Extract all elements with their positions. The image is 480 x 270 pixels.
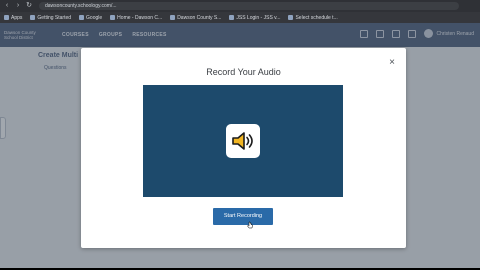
modal-title: Record Your Audio	[206, 67, 281, 77]
bookmark-label: Apps	[11, 14, 23, 21]
bookmark-label: Home - Dawson C...	[117, 14, 163, 21]
bookmark-dawson[interactable]: Dawson County S...	[170, 15, 221, 21]
reload-icon[interactable]: ↻	[25, 2, 33, 10]
bookmark-label: Getting Started	[37, 14, 72, 21]
bookmark-icon	[288, 15, 294, 20]
screen-frame: ‹ › ↻ dawsoncounty.schoology.com/... App…	[0, 0, 480, 270]
bookmark-apps[interactable]: Apps	[4, 15, 22, 21]
mouse-cursor	[247, 221, 253, 229]
bookmark-label: Google	[86, 14, 103, 21]
google-icon	[79, 15, 85, 20]
start-recording-button[interactable]: Start Recording	[213, 208, 273, 225]
bookmark-google[interactable]: Google	[79, 15, 102, 21]
browser-window: ‹ › ↻ dawsoncounty.schoology.com/... App…	[0, 0, 480, 268]
bookmark-label: Select schedule t...	[295, 14, 338, 21]
speaker-graphic	[232, 132, 253, 150]
bookmark-getting-started[interactable]: Getting Started	[30, 15, 71, 21]
apps-icon	[4, 15, 9, 20]
bookmark-jss[interactable]: JSS Login - JSS v...	[229, 15, 280, 21]
address-bar[interactable]: dawsoncounty.schoology.com/...	[39, 2, 459, 10]
bookmark-label: Dawson County S...	[177, 14, 222, 21]
forward-icon[interactable]: ›	[14, 2, 22, 10]
bookmark-label: JSS Login - JSS v...	[236, 14, 281, 21]
bookmark-schedule[interactable]: Select schedule t...	[288, 14, 338, 21]
record-audio-modal: Record Your Audio × Start Recording	[81, 48, 406, 248]
bookmark-icon	[229, 15, 235, 20]
browser-toolbar: ‹ › ↻ dawsoncounty.schoology.com/...	[0, 0, 480, 12]
bookmark-icon	[110, 15, 116, 20]
bookmark-icon	[170, 15, 176, 20]
bookmark-home[interactable]: Home - Dawson C...	[110, 15, 162, 21]
bookmark-icon	[30, 15, 36, 20]
audio-player	[143, 85, 343, 197]
close-icon[interactable]: ×	[387, 58, 397, 68]
back-icon[interactable]: ‹	[3, 2, 11, 10]
speaker-icon	[226, 124, 260, 158]
bookmarks-bar: Apps Getting Started Google Home - Dawso…	[0, 12, 480, 23]
